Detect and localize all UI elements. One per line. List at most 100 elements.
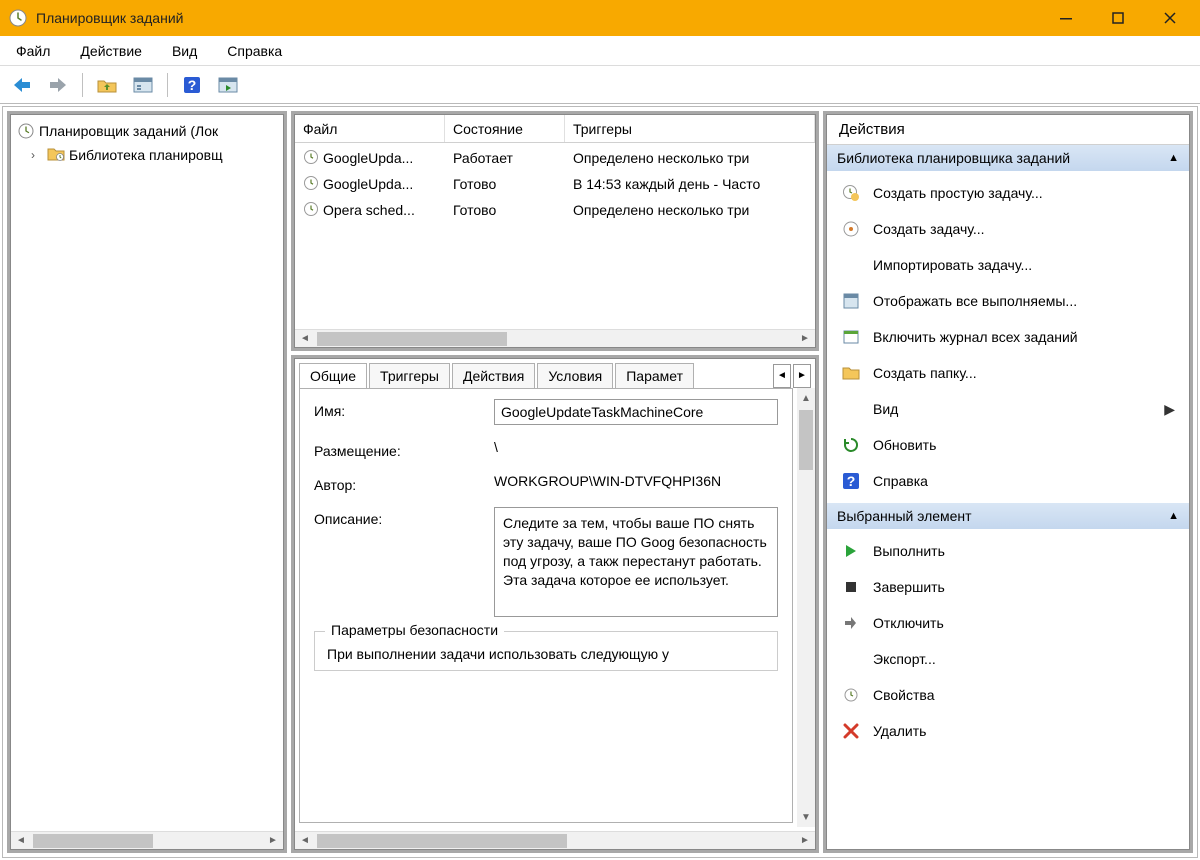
tab-content-general: Имя: GoogleUpdateTaskMachineCore Размеще… — [299, 388, 793, 823]
list-icon — [841, 291, 861, 311]
back-button[interactable] — [8, 71, 36, 99]
view-icon — [841, 399, 861, 419]
forward-button[interactable] — [44, 71, 72, 99]
task-name: Opera sched... — [323, 202, 415, 218]
action-create-basic-task[interactable]: Создать простую задачу... — [827, 175, 1189, 211]
security-legend: Параметры безопасности — [325, 622, 504, 638]
tab-scroll-right[interactable]: ► — [793, 364, 811, 388]
section-selected[interactable]: Выбранный элемент ▲ — [827, 503, 1189, 529]
task-triggers: Определено несколько три — [565, 200, 815, 220]
table-row[interactable]: Opera sched... Готово Определено несколь… — [295, 197, 815, 223]
action-import-task[interactable]: Импортировать задачу... — [827, 247, 1189, 283]
play-icon — [841, 541, 861, 561]
run-panel-button[interactable] — [214, 71, 242, 99]
menubar: Файл Действие Вид Справка — [0, 36, 1200, 66]
section-library[interactable]: Библиотека планировщика заданий ▲ — [827, 145, 1189, 171]
task-author-value: WORKGROUP\WIN-DTVFQHPI36N — [494, 473, 778, 489]
action-label: Справка — [873, 473, 928, 489]
action-label: Создать задачу... — [873, 221, 985, 237]
action-label: Обновить — [873, 437, 936, 453]
delete-icon — [841, 721, 861, 741]
tree-root[interactable]: Планировщик заданий (Лок — [17, 119, 277, 143]
tab-settings[interactable]: Парамет — [615, 363, 694, 388]
close-button[interactable] — [1144, 0, 1196, 36]
action-enable-history[interactable]: Включить журнал всех заданий — [827, 319, 1189, 355]
tab-conditions[interactable]: Условия — [537, 363, 613, 388]
details-vscroll[interactable]: ▲▼ — [797, 388, 815, 827]
tab-general[interactable]: Общие — [299, 363, 367, 388]
col-file[interactable]: Файл — [295, 115, 445, 142]
minimize-button[interactable] — [1040, 0, 1092, 36]
action-label: Удалить — [873, 723, 926, 739]
task-triggers: Определено несколько три — [565, 148, 815, 168]
tab-actions[interactable]: Действия — [452, 363, 535, 388]
action-label: Создать простую задачу... — [873, 185, 1043, 201]
action-refresh[interactable]: Обновить — [827, 427, 1189, 463]
tree-hscroll[interactable]: ◄► — [11, 831, 283, 849]
action-properties[interactable]: Свойства — [827, 677, 1189, 713]
folder-up-button[interactable] — [93, 71, 121, 99]
menu-view[interactable]: Вид — [166, 39, 203, 63]
action-label: Отображать все выполняемы... — [873, 293, 1077, 309]
properties-icon — [841, 685, 861, 705]
toolbar: ? — [0, 66, 1200, 104]
tree-child-library[interactable]: › Библиотека планировщ — [17, 143, 277, 167]
folder-new-icon — [841, 363, 861, 383]
details-hscroll[interactable]: ◄► — [295, 831, 815, 849]
action-label: Экспорт... — [873, 651, 936, 667]
action-help[interactable]: ?Справка — [827, 463, 1189, 499]
tab-scroll-left[interactable]: ◄ — [773, 364, 791, 388]
maximize-button[interactable] — [1092, 0, 1144, 36]
task-description-field[interactable]: Следите за тем, чтобы ваше ПО снять эту … — [494, 507, 778, 617]
chevron-right-icon: ▶ — [1164, 401, 1175, 418]
collapse-icon[interactable]: ▲ — [1168, 152, 1179, 164]
details-tabs: Общие Триггеры Действия Условия Парамет … — [299, 363, 811, 388]
task-name: GoogleUpda... — [323, 150, 413, 166]
section-library-label: Библиотека планировщика заданий — [837, 150, 1070, 166]
security-groupbox: Параметры безопасности При выполнении за… — [314, 631, 778, 671]
task-triggers: В 14:53 каждый день - Часто — [565, 174, 815, 194]
action-show-running[interactable]: Отображать все выполняемы... — [827, 283, 1189, 319]
clock-icon — [303, 201, 319, 220]
menu-help[interactable]: Справка — [221, 39, 288, 63]
menu-action[interactable]: Действие — [74, 39, 148, 63]
action-disable[interactable]: Отключить — [827, 605, 1189, 641]
app-icon — [8, 8, 28, 28]
action-create-task[interactable]: Создать задачу... — [827, 211, 1189, 247]
task-location-value: \ — [494, 439, 778, 455]
expand-icon[interactable]: › — [31, 148, 43, 162]
clock-icon — [303, 175, 319, 194]
menu-file[interactable]: Файл — [10, 39, 56, 63]
action-new-folder[interactable]: Создать папку... — [827, 355, 1189, 391]
collapse-icon[interactable]: ▲ — [1168, 510, 1179, 522]
action-delete[interactable]: Удалить — [827, 713, 1189, 749]
security-text: При выполнении задачи использовать следу… — [327, 646, 765, 662]
task-name-field[interactable]: GoogleUpdateTaskMachineCore — [494, 399, 778, 425]
tasklist-hscroll[interactable]: ◄► — [295, 329, 815, 347]
import-icon — [841, 255, 861, 275]
refresh-icon — [841, 435, 861, 455]
action-run[interactable]: Выполнить — [827, 533, 1189, 569]
properties-button[interactable] — [129, 71, 157, 99]
help-button[interactable]: ? — [178, 71, 206, 99]
table-row[interactable]: GoogleUpda... Готово В 14:53 каждый день… — [295, 171, 815, 197]
export-icon — [841, 649, 861, 669]
action-view[interactable]: Вид▶ — [827, 391, 1189, 427]
svg-text:?: ? — [188, 77, 197, 93]
action-label: Выполнить — [873, 543, 945, 559]
action-end[interactable]: Завершить — [827, 569, 1189, 605]
table-row[interactable]: GoogleUpda... Работает Определено нескол… — [295, 145, 815, 171]
action-label: Отключить — [873, 615, 944, 631]
col-state[interactable]: Состояние — [445, 115, 565, 142]
disable-icon — [841, 613, 861, 633]
action-export[interactable]: Экспорт... — [827, 641, 1189, 677]
col-triggers[interactable]: Триггеры — [565, 115, 815, 142]
clock-icon — [17, 122, 35, 140]
task-grid-header: Файл Состояние Триггеры — [295, 115, 815, 143]
window-title: Планировщик заданий — [36, 10, 1040, 26]
folder-icon — [47, 146, 65, 165]
history-icon — [841, 327, 861, 347]
tree-panel: Планировщик заданий (Лок › Библиотека пл… — [7, 111, 287, 853]
tab-triggers[interactable]: Триггеры — [369, 363, 450, 388]
task-state: Работает — [445, 148, 565, 168]
